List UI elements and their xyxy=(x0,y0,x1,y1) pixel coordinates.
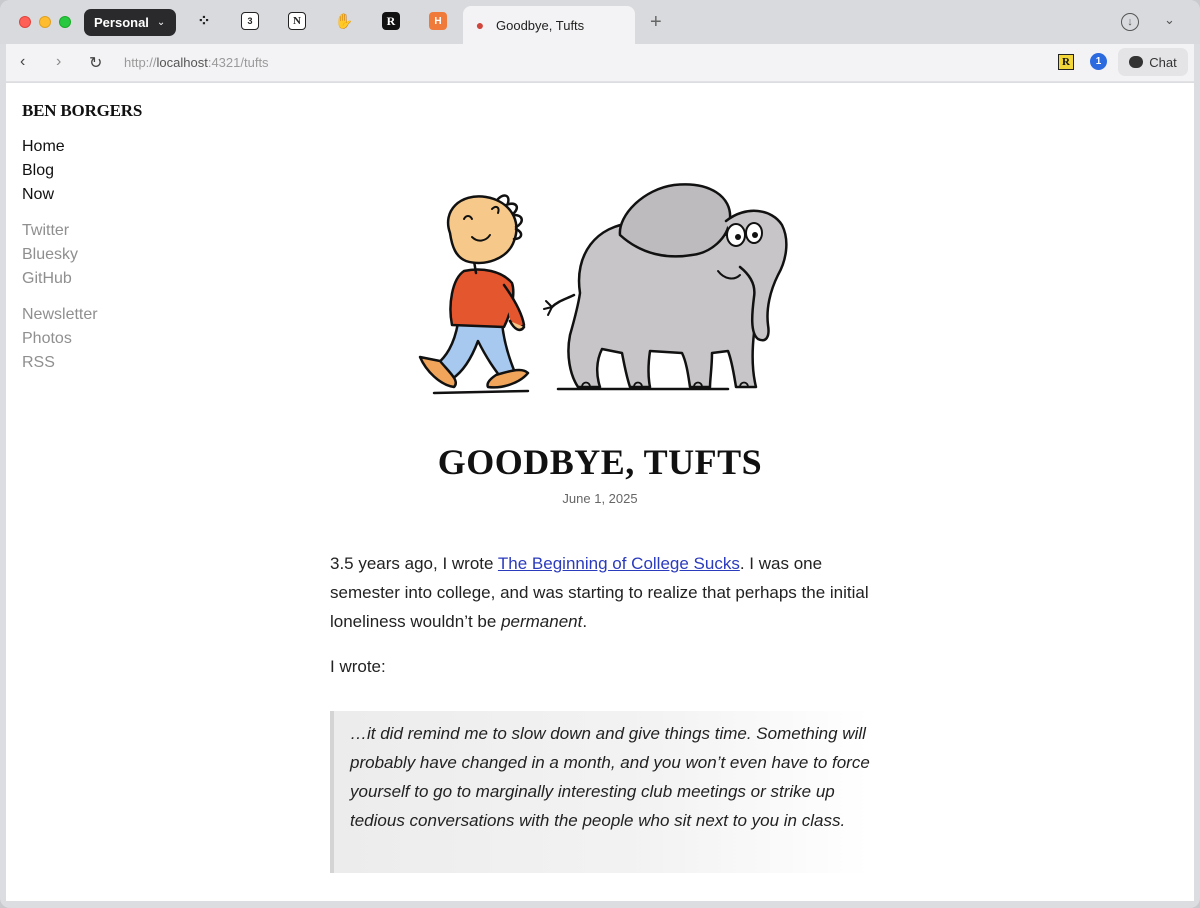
download-icon[interactable]: ↓ xyxy=(1121,13,1139,31)
new-tab-plus-icon[interactable]: + xyxy=(650,11,662,34)
p1-emphasis: permanent xyxy=(501,612,583,631)
nav-link-newsletter[interactable]: Newsletter xyxy=(22,303,182,327)
paragraph-2: I wrote: xyxy=(330,657,386,676)
forward-arrow-icon[interactable]: › xyxy=(56,53,61,71)
nav-link-github[interactable]: GitHub xyxy=(22,267,182,291)
blockquote: …it did remind me to slow down and give … xyxy=(330,711,870,873)
chat-label: Chat xyxy=(1149,54,1177,70)
password-manager-extension-icon[interactable]: 1 xyxy=(1090,53,1107,70)
nav-link-now[interactable]: Now xyxy=(22,183,182,207)
browser-window: Personal ⌄ ⁘ 3 N ✋ R H ● Goodbye, Tufts … xyxy=(0,0,1200,908)
profile-switcher[interactable]: Personal ⌄ xyxy=(84,9,176,36)
primary-nav: Home Blog Now xyxy=(22,135,182,207)
profile-label: Personal xyxy=(94,15,149,30)
social-nav: Twitter Bluesky GitHub xyxy=(22,219,182,291)
back-arrow-icon[interactable]: ‹ xyxy=(20,53,25,71)
post-date: June 1, 2025 xyxy=(562,491,638,506)
site-sidebar: BEN BORGERS Home Blog Now Twitter Bluesk… xyxy=(22,101,182,387)
pinned-tab-hand-icon[interactable]: ✋ xyxy=(335,12,354,30)
web-page: BEN BORGERS Home Blog Now Twitter Bluesk… xyxy=(6,83,1194,901)
tab-goodbye-tufts[interactable]: ● Goodbye, Tufts xyxy=(463,6,635,44)
url-path: :4321/tufts xyxy=(207,55,269,70)
chevron-down-icon: ⌄ xyxy=(156,17,166,28)
nav-link-rss[interactable]: RSS xyxy=(22,351,182,375)
other-nav: Newsletter Photos RSS xyxy=(22,303,182,375)
pinned-tab-h-icon[interactable]: H xyxy=(429,12,447,30)
octopus-favicon-icon: ● xyxy=(475,17,485,33)
p1-text-before: 3.5 years ago, I wrote xyxy=(330,554,498,573)
pinned-tab-calendar-icon[interactable]: 3 xyxy=(241,12,259,30)
nav-link-bluesky[interactable]: Bluesky xyxy=(22,243,182,267)
chat-bubble-icon xyxy=(1129,56,1144,68)
address-bar[interactable]: http://localhost:4321/tufts xyxy=(124,55,269,70)
nav-link-blog[interactable]: Blog xyxy=(22,159,182,183)
site-title[interactable]: BEN BORGERS xyxy=(22,101,182,121)
boy-and-elephant-illustration xyxy=(418,183,788,395)
pinned-tab-apps-icon[interactable]: ⁘ xyxy=(195,12,213,30)
link-beginning-of-college-sucks[interactable]: The Beginning of College Sucks xyxy=(498,554,740,573)
nav-link-home[interactable]: Home xyxy=(22,135,182,159)
close-window-button[interactable] xyxy=(19,16,31,28)
tab-title: Goodbye, Tufts xyxy=(496,17,585,33)
reload-icon[interactable]: ↻ xyxy=(89,53,102,73)
p1-text-end: . xyxy=(582,612,588,631)
toolbar: ‹ › ↻ http://localhost:4321/tufts R 1 Ch… xyxy=(6,44,1194,82)
pinned-tab-notion-icon[interactable]: N xyxy=(288,12,306,30)
post-title: GOODBYE, TUFTS xyxy=(437,442,763,482)
chevron-down-icon[interactable]: ⌄ xyxy=(1164,12,1175,28)
tab-bar: Personal ⌄ ⁘ 3 N ✋ R H ● Goodbye, Tufts … xyxy=(0,0,1200,44)
zoom-window-button[interactable] xyxy=(59,16,71,28)
url-scheme: http:// xyxy=(124,55,157,70)
readwise-extension-icon[interactable]: R xyxy=(1058,54,1074,70)
nav-link-photos[interactable]: Photos xyxy=(22,327,182,351)
article-body: 3.5 years ago, I wrote The Beginning of … xyxy=(330,549,870,873)
pinned-tab-r-icon[interactable]: R xyxy=(382,12,400,30)
nav-link-twitter[interactable]: Twitter xyxy=(22,219,182,243)
paragraph-1: 3.5 years ago, I wrote The Beginning of … xyxy=(330,549,870,636)
url-host: localhost xyxy=(156,55,208,70)
minimize-window-button[interactable] xyxy=(39,16,51,28)
chat-button[interactable]: Chat xyxy=(1118,48,1188,76)
